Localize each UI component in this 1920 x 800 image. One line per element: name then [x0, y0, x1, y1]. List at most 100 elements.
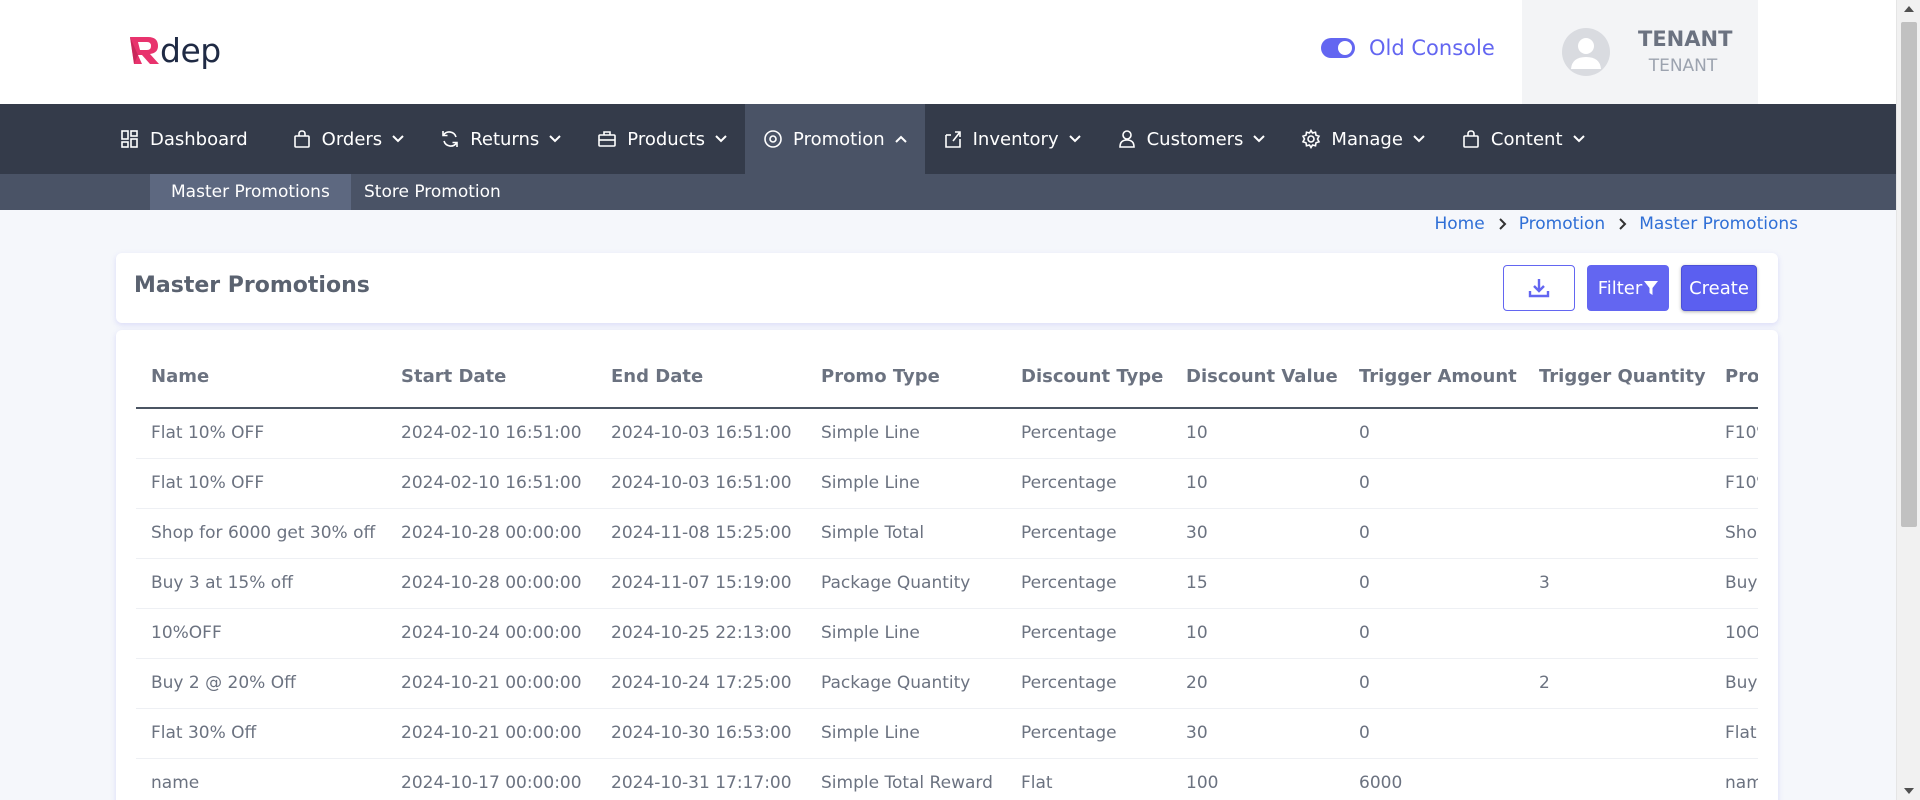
table-cell: Package Quantity	[806, 558, 1006, 609]
subnav-store-promotion[interactable]: Store Promotion	[343, 174, 522, 210]
column-header[interactable]: Discount Type	[1006, 346, 1171, 409]
table-cell: Flat	[1006, 758, 1171, 800]
table-cell: 2024-10-03 16:51:00	[596, 458, 806, 509]
table-row[interactable]: Flat 30% Off 2024-10-21 00:00:00 2024-10…	[136, 708, 1758, 759]
sub-navigation: Master Promotions Store Promotion	[0, 174, 1896, 210]
page-scrollbar[interactable]	[1896, 0, 1920, 800]
table-header-row: Name Start Date End Date Promo Type Disc…	[136, 346, 1758, 409]
old-console-label: Old Console	[1369, 36, 1495, 60]
table-cell: Buy 2 @ 20% Off	[136, 658, 386, 709]
filter-button-label: Filter	[1597, 277, 1643, 299]
column-header[interactable]: Discount Value	[1171, 346, 1344, 409]
table-cell: 2024-10-28 00:00:00	[386, 558, 596, 609]
shopping-bag-icon	[1463, 130, 1479, 148]
user-role: TENANT	[1648, 56, 1718, 76]
table-cell: 2024-11-08 15:25:00	[596, 508, 806, 559]
table-cell: Simple Total	[806, 508, 1006, 559]
nav-customers-label: Customers	[1146, 128, 1244, 150]
subnav-master-promotions[interactable]: Master Promotions	[150, 174, 351, 210]
table-cell: 100	[1171, 758, 1344, 800]
table-cell: 2024-10-03 16:51:00	[596, 408, 806, 459]
table-cell: 30	[1171, 708, 1344, 759]
filter-button[interactable]: Filter	[1587, 265, 1669, 311]
table-row[interactable]: Buy 2 @ 20% Off 2024-10-21 00:00:00 2024…	[136, 658, 1758, 709]
table-cell: Package Quantity	[806, 658, 1006, 709]
nav-dashboard-label: Dashboard	[150, 128, 248, 150]
breadcrumb-home[interactable]: Home	[1434, 214, 1484, 234]
scroll-down-arrow-icon[interactable]	[1903, 786, 1915, 796]
table-row[interactable]: Buy 3 at 15% off 2024-10-28 00:00:00 202…	[136, 558, 1758, 609]
nav-promotion[interactable]: Promotion	[745, 104, 925, 174]
brand-logo[interactable]: dep	[128, 30, 221, 70]
nav-orders-label: Orders	[321, 128, 383, 150]
table-cell: Percentage	[1006, 658, 1171, 709]
scrollbar-thumb[interactable]	[1901, 22, 1917, 527]
table-cell: Percentage	[1006, 458, 1171, 509]
table-cell: 2024-02-10 16:51:00	[386, 408, 596, 459]
nav-content[interactable]: Content	[1443, 104, 1603, 174]
chevron-down-icon	[1572, 135, 1585, 143]
page-title: Master Promotions	[134, 273, 370, 298]
refresh-icon	[442, 131, 458, 147]
table-row[interactable]: 10%OFF 2024-10-24 00:00:00 2024-10-25 22…	[136, 608, 1758, 659]
table-cell: 2024-10-28 00:00:00	[386, 508, 596, 559]
column-header[interactable]: Trigger Amount	[1344, 346, 1524, 409]
user-name: TENANT	[1638, 27, 1733, 51]
table-cell: Simple Line	[806, 708, 1006, 759]
table-cell: Simple Line	[806, 408, 1006, 459]
create-button[interactable]: Create	[1681, 265, 1757, 311]
user-menu[interactable]: TENANT TENANT	[1522, 0, 1758, 104]
scroll-up-arrow-icon[interactable]	[1903, 4, 1915, 14]
breadcrumb-current[interactable]: Master Promotions	[1639, 214, 1798, 234]
table-cell: Shop	[1710, 508, 1758, 559]
nav-orders[interactable]: Orders	[274, 104, 423, 174]
toggle-switch[interactable]	[1321, 38, 1355, 58]
table-cell: 2024-10-17 00:00:00	[386, 758, 596, 800]
table-cell: Flat 10% OFF	[136, 458, 386, 509]
table-row[interactable]: Shop for 6000 get 30% off 2024-10-28 00:…	[136, 508, 1758, 559]
breadcrumb-promotion[interactable]: Promotion	[1519, 214, 1606, 234]
table-cell: 2024-11-07 15:19:00	[596, 558, 806, 609]
table-cell	[1524, 608, 1710, 659]
table-cell: 0	[1344, 558, 1524, 609]
chevron-right-icon	[1498, 218, 1507, 230]
table-cell: 30	[1171, 508, 1344, 559]
nav-content-label: Content	[1490, 128, 1563, 150]
table-cell: 0	[1344, 608, 1524, 659]
dashboard-icon	[121, 130, 138, 148]
table-cell: 10	[1171, 408, 1344, 459]
table-cell: Percentage	[1006, 558, 1171, 609]
table-cell: 2024-10-21 00:00:00	[386, 708, 596, 759]
nav-dashboard[interactable]: Dashboard	[102, 104, 274, 174]
column-header[interactable]: Trigger Quantity	[1524, 346, 1710, 409]
column-header[interactable]: Name	[136, 346, 386, 409]
table-row[interactable]: name 2024-10-17 00:00:00 2024-10-31 17:1…	[136, 758, 1758, 800]
column-header[interactable]: Start Date	[386, 346, 596, 409]
promotions-table: Name Start Date End Date Promo Type Disc…	[136, 346, 1758, 800]
column-header[interactable]: Promo Code	[1710, 346, 1758, 409]
table-cell: 15	[1171, 558, 1344, 609]
table-cell: name	[1710, 758, 1758, 800]
nav-inventory[interactable]: Inventory	[925, 104, 1099, 174]
table-scroll-area[interactable]: Name Start Date End Date Promo Type Disc…	[136, 346, 1758, 800]
nav-manage[interactable]: Manage	[1283, 104, 1443, 174]
nav-products[interactable]: Products	[579, 104, 745, 174]
old-console-toggle[interactable]: Old Console	[1321, 36, 1495, 60]
chevron-down-icon	[392, 135, 404, 143]
nav-returns[interactable]: Returns	[422, 104, 579, 174]
table-cell: name	[136, 758, 386, 800]
nav-products-label: Products	[627, 128, 706, 150]
table-cell: Shop for 6000 get 30% off	[136, 508, 386, 559]
column-header[interactable]: End Date	[596, 346, 806, 409]
table-row[interactable]: Flat 10% OFF 2024-02-10 16:51:00 2024-10…	[136, 408, 1758, 459]
table-cell: Percentage	[1006, 608, 1171, 659]
table-cell: 0	[1344, 658, 1524, 709]
user-avatar-icon	[1562, 28, 1610, 76]
download-button[interactable]	[1503, 265, 1575, 311]
table-cell: Buy	[1710, 558, 1758, 609]
column-header[interactable]: Promo Type	[806, 346, 1006, 409]
nav-customers[interactable]: Customers	[1099, 104, 1284, 174]
table-row[interactable]: Flat 10% OFF 2024-02-10 16:51:00 2024-10…	[136, 458, 1758, 509]
chevron-right-icon	[1619, 218, 1627, 230]
table-cell: 2024-10-25 22:13:00	[596, 608, 806, 659]
